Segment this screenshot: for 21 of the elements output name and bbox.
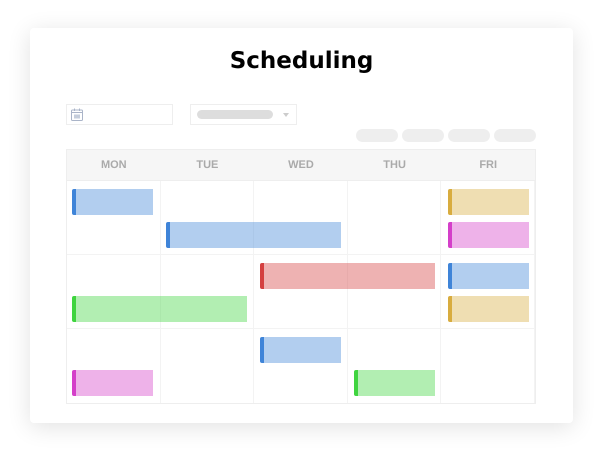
page-title: Scheduling (230, 47, 374, 76)
event-bar[interactable] (72, 370, 153, 396)
day-header: MON (100, 158, 127, 173)
event-bar[interactable] (260, 337, 341, 363)
calendar-icon (71, 108, 83, 121)
event-bar[interactable] (448, 222, 529, 248)
day-header: TUE (196, 158, 218, 173)
event-bar[interactable] (260, 263, 435, 289)
event-bar[interactable] (448, 296, 529, 322)
event-bar[interactable] (166, 222, 341, 248)
day-header: FRI (479, 158, 498, 173)
day-header: WED (288, 158, 314, 173)
dropdown[interactable] (190, 104, 297, 125)
event-bar[interactable] (72, 296, 247, 322)
event-bar[interactable] (448, 189, 529, 215)
caret-icon (283, 112, 289, 116)
day-header: THU (383, 158, 406, 173)
event-bar[interactable] (72, 189, 153, 215)
event-bar[interactable] (448, 263, 529, 289)
date-field[interactable] (66, 104, 173, 125)
event-bar[interactable] (354, 370, 435, 396)
